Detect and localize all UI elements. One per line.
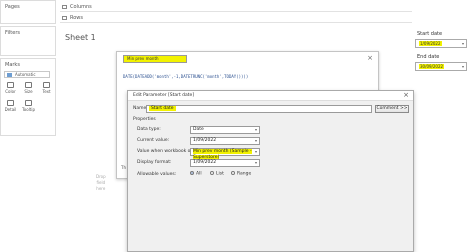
workbook-opens-select[interactable]: Min prev month (Sample - Superstore) ▾	[190, 148, 260, 160]
start-date-title: Start date	[417, 31, 443, 37]
close-icon[interactable]: ×	[403, 91, 409, 99]
pages-title: Pages	[5, 4, 20, 10]
calc-name-field[interactable]: Min prev month	[123, 55, 187, 63]
columns-icon	[62, 5, 67, 9]
allowable-range-radio[interactable]: Range	[231, 171, 251, 177]
calendar-icon: ▾	[461, 41, 464, 46]
radio-icon	[231, 171, 235, 175]
calc-status-text: Th	[121, 165, 126, 170]
edit-parameter-dialog: Edit Parameter [Start date] × Name: Star…	[127, 90, 414, 252]
filters-title: Filters	[5, 30, 20, 36]
drop-hint-line-3: here	[96, 186, 106, 191]
marks-detail-label: Detail	[4, 107, 17, 112]
current-value-label: Current value:	[137, 138, 170, 143]
mark-type-dropdown[interactable]: Automatic	[4, 71, 50, 78]
bar-chart-icon	[7, 73, 12, 77]
display-format-label: Display format:	[137, 160, 172, 165]
detail-icon	[7, 100, 14, 106]
rows-shelf[interactable]: Rows	[60, 14, 412, 23]
data-type-select[interactable]: Date ▾	[190, 126, 260, 134]
allowable-all-label: All	[196, 171, 202, 177]
calc-formula[interactable]: DATE(DATEADD('month',-1,DATETRUNC('month…	[123, 74, 248, 79]
marks-size-label: Size	[24, 89, 33, 94]
name-value: Start date	[149, 106, 176, 111]
tooltip-icon	[25, 100, 32, 106]
marks-card: Marks	[0, 58, 56, 136]
dialog-title: Edit Parameter [Start date]	[133, 93, 195, 98]
allowable-all-radio[interactable]: All	[190, 171, 202, 177]
chevron-down-icon: ▾	[254, 127, 257, 132]
mark-type-value: Automatic	[15, 72, 36, 77]
end-date-title: End date	[417, 54, 440, 60]
allowable-values-label: Allowable values:	[137, 172, 177, 177]
marks-tooltip-button[interactable]: Tooltip	[21, 100, 36, 112]
size-icon	[25, 82, 32, 88]
filters-pane[interactable]: Filters	[0, 26, 56, 56]
marks-color-button[interactable]: Color	[3, 82, 18, 94]
marks-title: Marks	[5, 62, 20, 68]
chevron-down-icon: ▾	[254, 149, 257, 154]
marks-color-label: Color	[5, 89, 16, 94]
close-icon[interactable]: ×	[367, 54, 373, 62]
calendar-icon: ▾	[461, 64, 464, 69]
display-format-value: 1/09/2022	[193, 160, 217, 165]
sheet-title: Sheet 1	[65, 33, 96, 42]
drop-field-hint: Drop field here	[96, 174, 106, 192]
rows-icon	[62, 16, 67, 20]
start-date-control[interactable]: 1/09/2022 ▾	[415, 39, 467, 48]
chevron-down-icon: ▾	[254, 138, 257, 143]
display-format-select[interactable]: 1/09/2022 ▾	[190, 159, 260, 167]
columns-shelf[interactable]: Columns	[60, 3, 412, 12]
color-icon	[7, 82, 14, 88]
radio-icon	[210, 171, 214, 175]
allowable-list-label: List	[216, 171, 224, 177]
end-date-control[interactable]: 30/09/2022 ▾	[415, 62, 467, 71]
radio-selected-icon	[190, 171, 194, 175]
name-field[interactable]: Start date	[146, 105, 372, 113]
comment-button[interactable]: Comment >>	[375, 105, 409, 113]
marks-size-button[interactable]: Size	[21, 82, 36, 94]
data-type-value: Date	[193, 127, 204, 132]
pages-pane: Pages	[0, 0, 56, 24]
start-date-value: 1/09/2022	[419, 41, 442, 46]
allowable-range-label: Range	[237, 171, 252, 177]
current-value: 1/09/2022	[193, 138, 217, 143]
marks-detail-button[interactable]: Detail	[3, 100, 18, 112]
text-icon	[43, 82, 50, 88]
end-date-value: 30/09/2022	[419, 64, 445, 69]
rows-label: Rows	[70, 15, 84, 21]
marks-text-label: Text	[42, 89, 51, 94]
data-type-label: Data type:	[137, 127, 161, 132]
properties-label: Properties	[133, 117, 156, 122]
chevron-down-icon: ▾	[254, 160, 257, 165]
columns-label: Columns	[70, 4, 92, 10]
current-value-field[interactable]: 1/09/2022 ▾	[190, 137, 260, 145]
dialog-titlebar: Edit Parameter [Start date] ×	[128, 91, 413, 101]
marks-text-button[interactable]: Text	[39, 82, 54, 94]
allowable-list-radio[interactable]: List	[210, 171, 224, 177]
marks-tooltip-label: Tooltip	[22, 107, 35, 112]
